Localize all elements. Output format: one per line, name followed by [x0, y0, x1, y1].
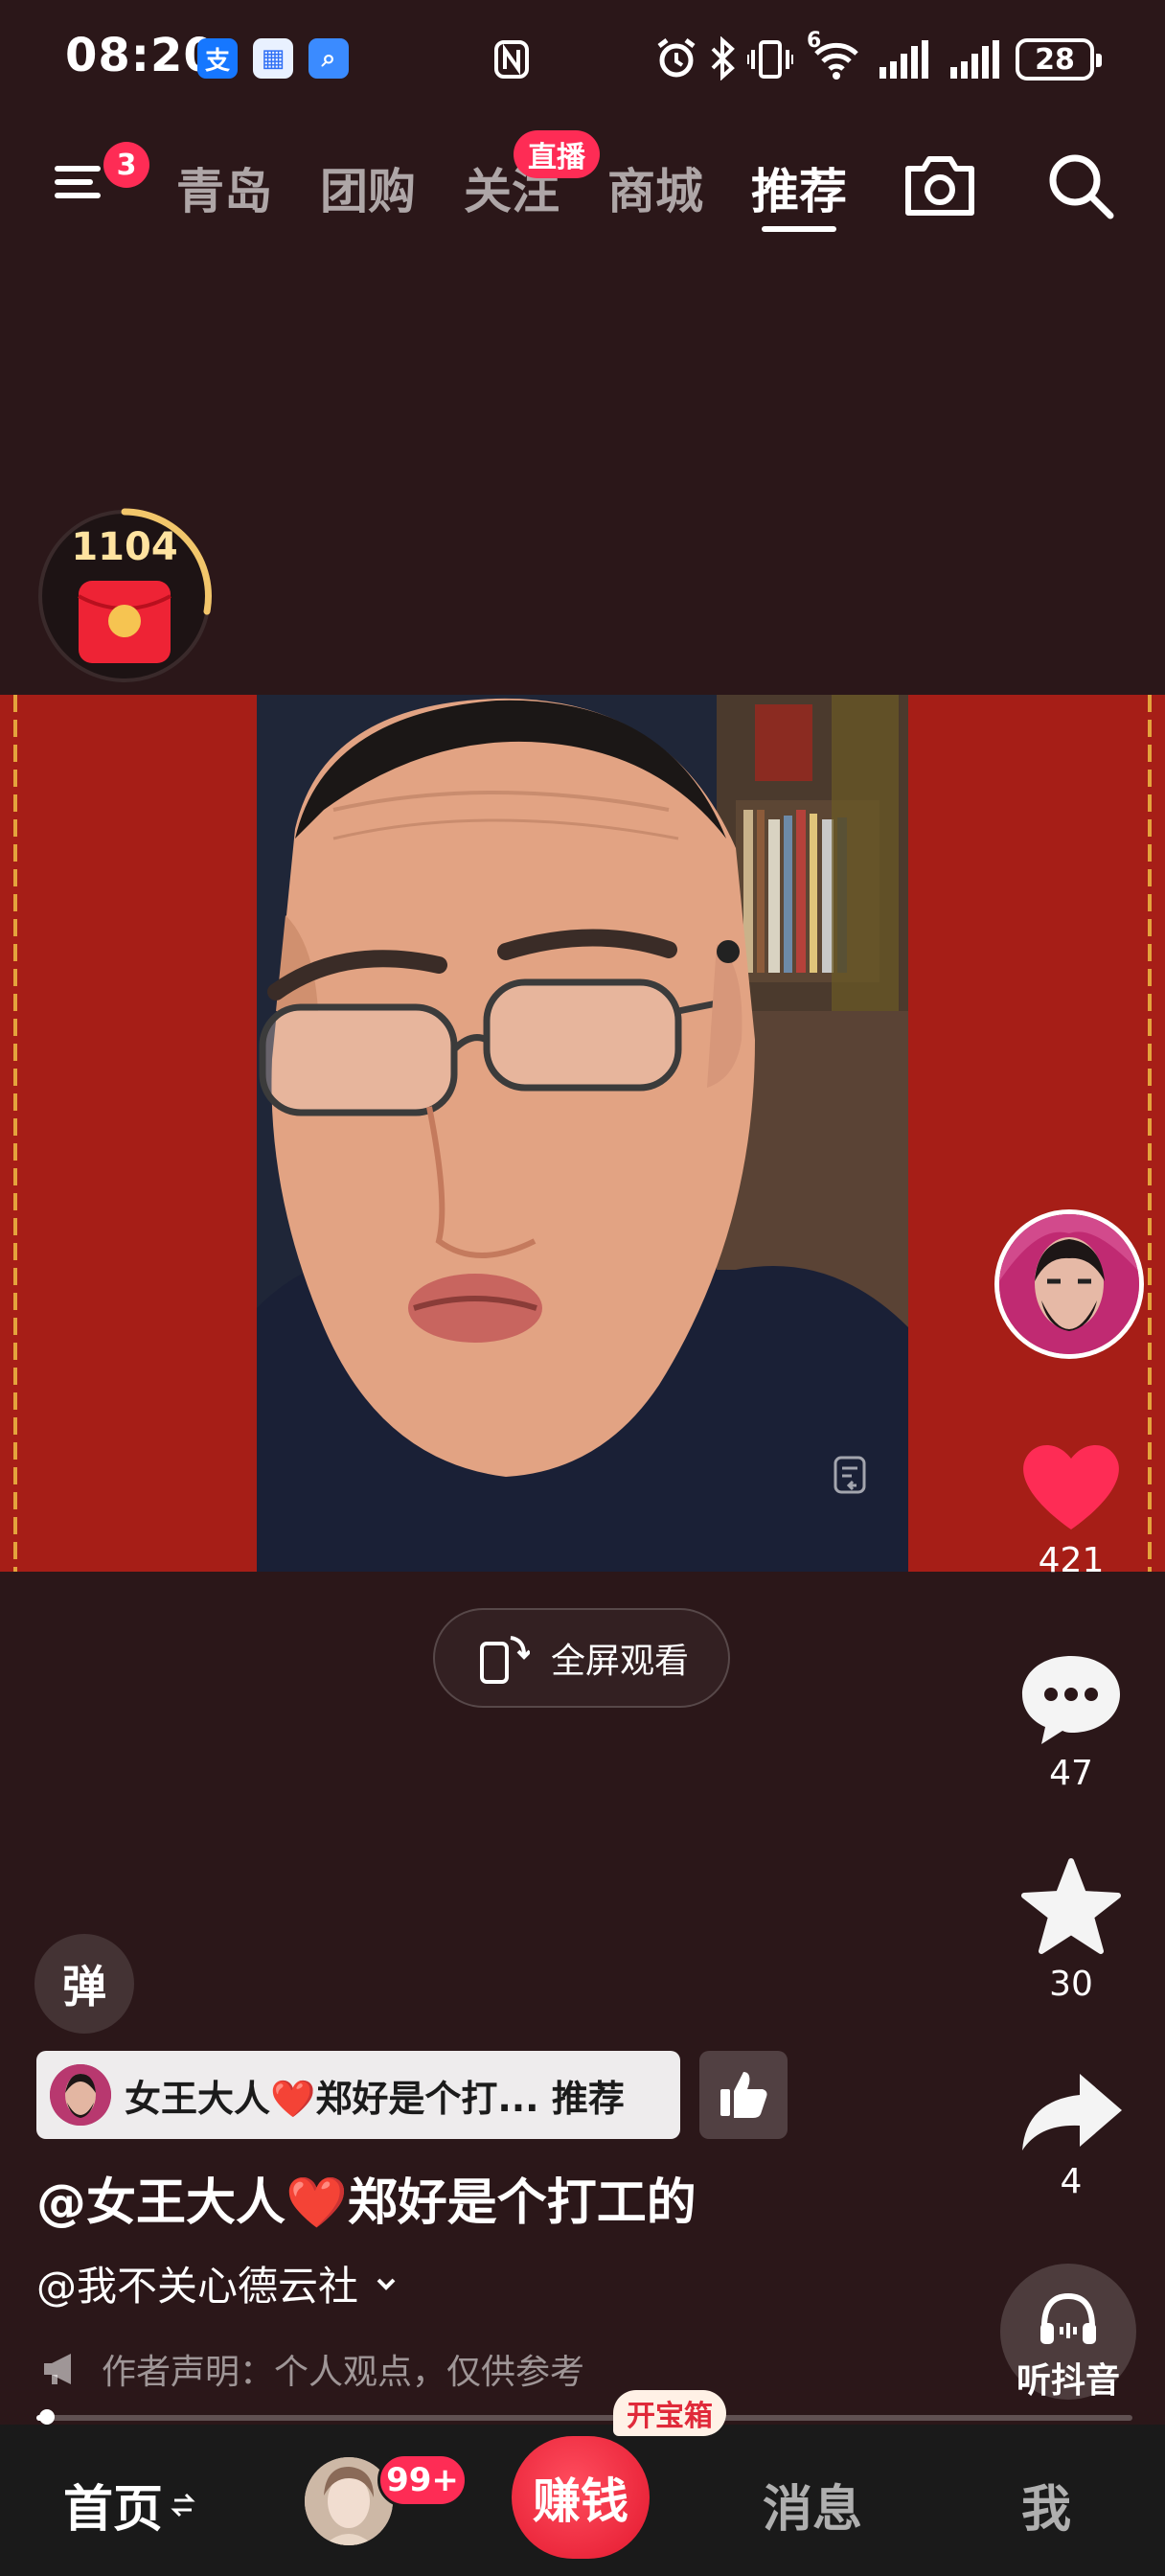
fullscreen-button[interactable]: 全屏观看 — [433, 1608, 730, 1708]
like-button[interactable]: 421 — [996, 1438, 1146, 1580]
switch-arrows-icon — [171, 2493, 195, 2517]
video-border-right — [1148, 695, 1152, 1572]
coin-timer[interactable]: 1104 — [36, 508, 213, 684]
listen-label: 听抖音 — [1016, 2361, 1120, 2401]
author-avatar[interactable] — [994, 1209, 1144, 1359]
author-name: @我不关心德云社 — [36, 2263, 359, 2310]
calendar-icon: ▦ — [253, 38, 293, 79]
wifi-icon — [814, 42, 858, 80]
heart-icon — [1023, 1445, 1119, 1530]
live-badge: 直播 — [514, 130, 600, 178]
star-icon — [1021, 1858, 1121, 1954]
earn-money-button[interactable]: 赚钱 — [512, 2436, 650, 2559]
search-icon[interactable] — [1044, 150, 1117, 222]
active-tab-underline — [762, 226, 836, 232]
status-bar: 08:20 支 ▦ ⌕ 6 28 — [0, 0, 1165, 115]
chevron-down-icon — [377, 2278, 396, 2290]
share-button[interactable]: 4 — [996, 2068, 1146, 2201]
alipay-icon: 支 — [197, 38, 238, 79]
search-app-icon: ⌕ — [308, 38, 349, 79]
subtitle-icon[interactable] — [830, 1454, 874, 1498]
coin-count: 1104 — [71, 525, 178, 569]
share-arrow-icon — [1022, 2074, 1122, 2150]
favorite-button[interactable]: 30 — [996, 1857, 1146, 2004]
bluetooth-icon — [711, 36, 735, 80]
declaration-text: 作者声明：个人观点，仅供参考 — [102, 2353, 585, 2392]
megaphone-icon — [44, 2354, 71, 2384]
danmaku-toggle[interactable]: 弹 — [34, 1934, 134, 2034]
menu-badge: 3 — [103, 142, 149, 188]
treasure-tag[interactable]: 开宝箱 — [613, 2390, 726, 2436]
recommend-pill[interactable]: 女王大人❤️郑好是个打... 推荐 — [36, 2051, 680, 2139]
headphones-icon — [1040, 2292, 1096, 2344]
nav-messages[interactable]: 消息 — [763, 2469, 862, 2541]
tab-group-buy[interactable]: 团购 — [320, 153, 416, 222]
progress-knob[interactable] — [39, 2409, 56, 2425]
danmaku-label: 弹 — [62, 1961, 106, 2012]
signal-icon-2 — [950, 40, 999, 79]
earn-label: 赚钱 — [533, 2473, 628, 2529]
like-count: 421 — [1038, 1541, 1105, 1580]
top-nav: 3 青岛 团购 关注 直播 商城 推荐 — [0, 130, 1165, 240]
recommender-avatar — [50, 2064, 111, 2126]
video-title[interactable]: @女王大人❤️郑好是个打工的 — [36, 2162, 697, 2234]
thumbs-up-icon — [720, 2072, 767, 2118]
tab-mall[interactable]: 商城 — [607, 153, 703, 222]
menu-button[interactable]: 3 — [52, 142, 149, 218]
video-border-left — [13, 695, 17, 1572]
favorite-count: 30 — [1049, 1965, 1093, 2004]
video-player[interactable] — [0, 695, 1165, 1572]
tab-recommend[interactable]: 推荐 — [751, 153, 847, 222]
comment-button[interactable]: 47 — [996, 1650, 1146, 1793]
nav-home-label: 首页 — [63, 2481, 164, 2539]
video-progress-bar[interactable] — [36, 2409, 1132, 2425]
status-time: 08:20 — [65, 29, 217, 82]
battery-indicator: 28 — [1016, 38, 1102, 80]
share-count: 4 — [1060, 2162, 1083, 2201]
avatar-image — [999, 1214, 1139, 1354]
tab-qingdao[interactable]: 青岛 — [176, 153, 272, 222]
comment-icon — [1022, 1656, 1120, 1744]
nfc-icon — [494, 40, 529, 79]
author-declaration: 作者声明：个人观点，仅供参考 — [40, 2344, 584, 2394]
nav-home[interactable]: 首页 — [63, 2469, 195, 2541]
author-handle[interactable]: @我不关心德云社 — [36, 2254, 400, 2312]
fullscreen-label: 全屏观看 — [550, 1642, 689, 1681]
bottom-nav: 首页 99+ 赚钱 消息 我 — [0, 2425, 1165, 2576]
nav-me[interactable]: 我 — [1021, 2469, 1071, 2541]
alarm-icon — [657, 38, 696, 78]
video-still — [257, 695, 908, 1572]
vibrate-icon — [747, 40, 793, 79]
rotate-screen-icon — [479, 1636, 530, 1684]
video-frame — [257, 695, 908, 1572]
friends-badge: 99+ — [377, 2453, 468, 2507]
recommend-text: 女王大人❤️郑好是个打... 推荐 — [125, 2077, 625, 2120]
signal-icon-1 — [879, 40, 928, 79]
thumbs-up-button[interactable] — [699, 2051, 788, 2139]
camera-icon[interactable] — [901, 151, 979, 220]
comment-count: 47 — [1049, 1754, 1093, 1793]
